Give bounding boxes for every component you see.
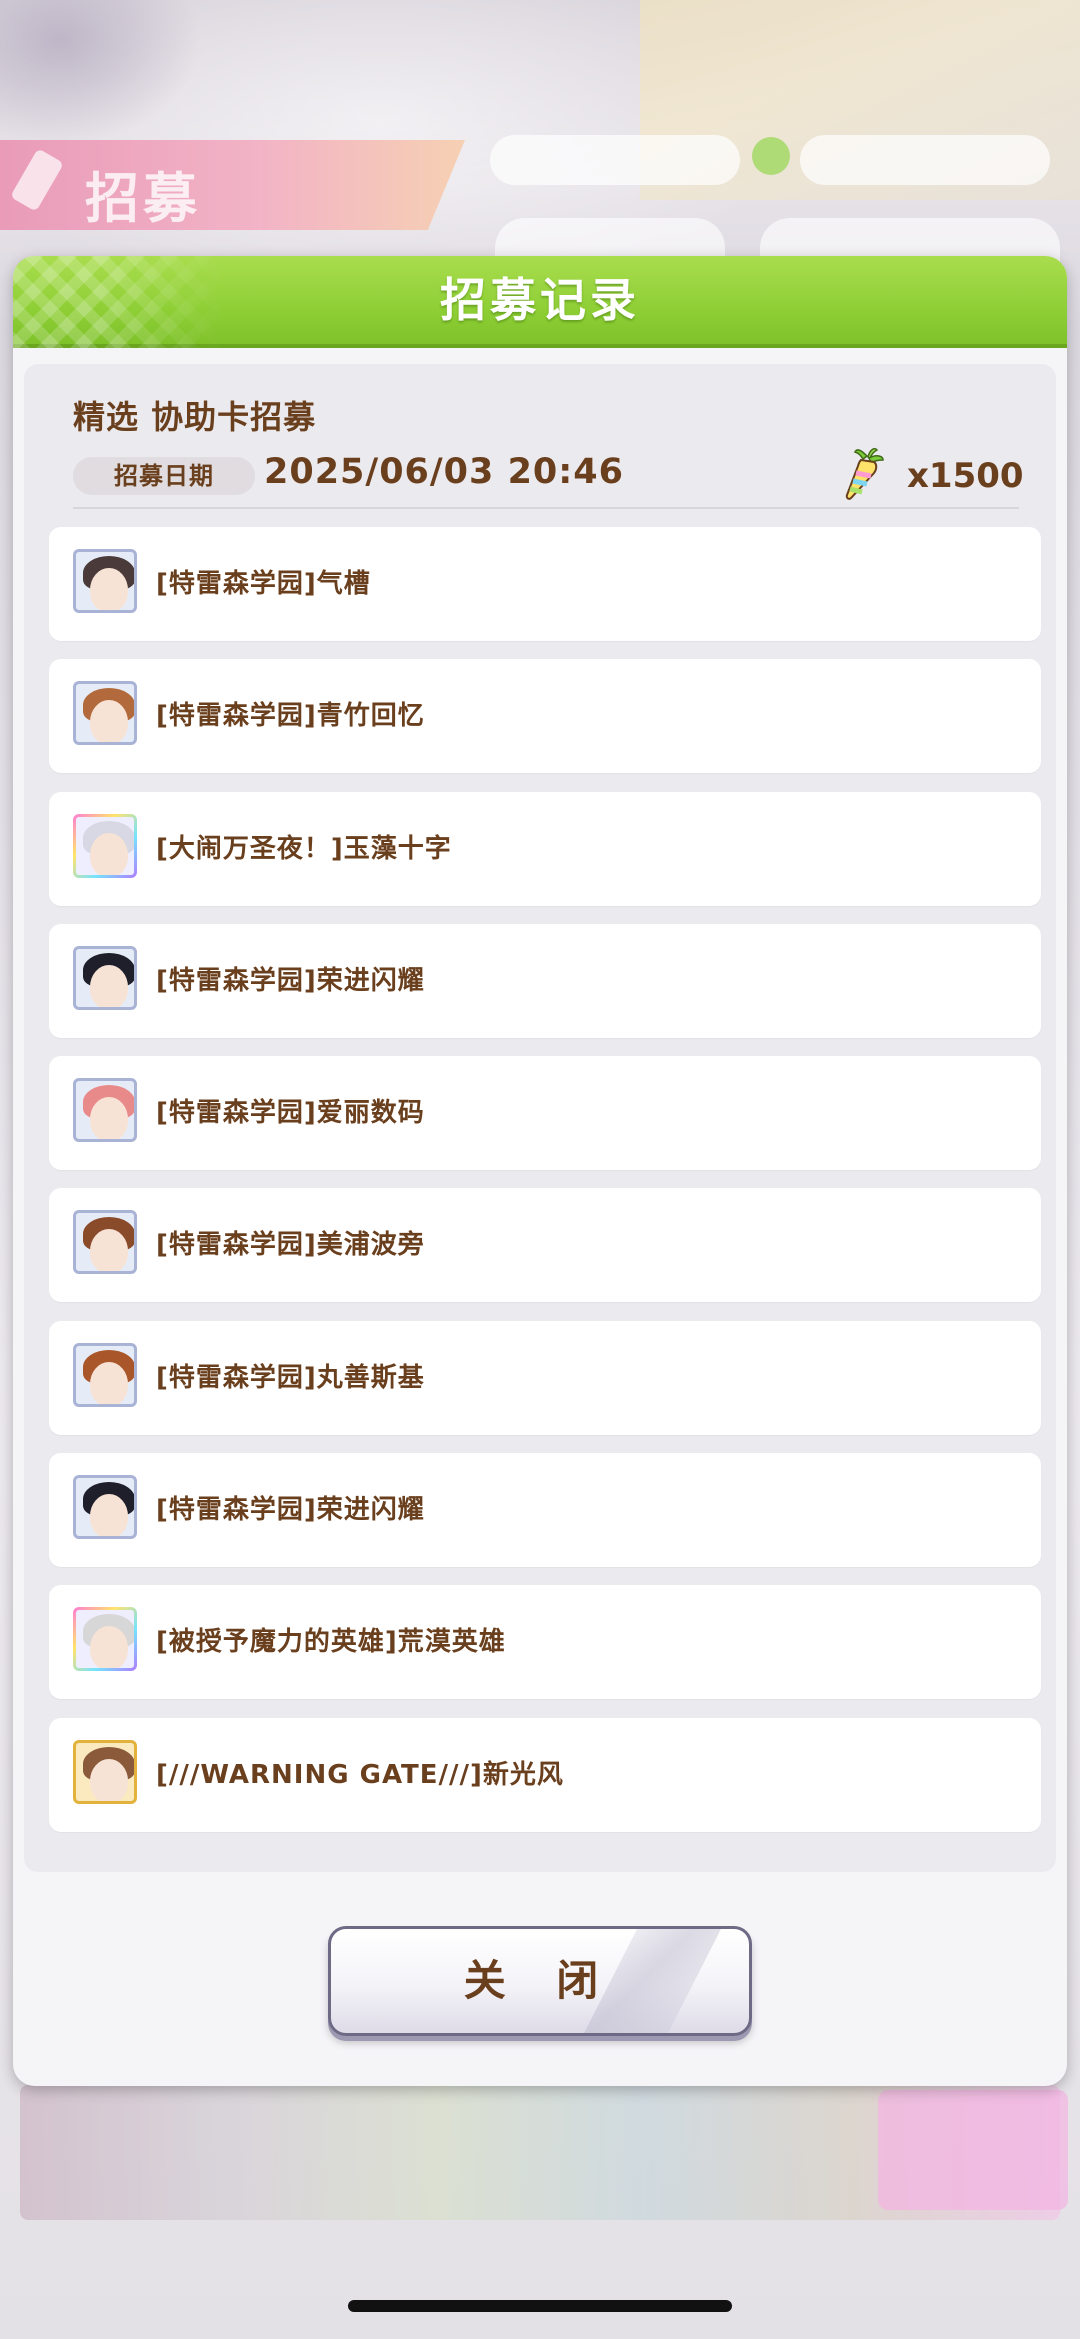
support-card-icon[interactable]	[73, 1739, 137, 1804]
portrait-face	[90, 568, 128, 610]
cost-value: x1500	[907, 456, 1024, 496]
support-card-icon[interactable]	[73, 681, 137, 746]
modal-title: 招募记录	[440, 273, 640, 327]
portrait-face	[90, 1361, 128, 1404]
list-item[interactable]: [///WARNING GATE///]新光风	[49, 1717, 1041, 1832]
portrait-face	[90, 1494, 128, 1537]
list-item-label: [特雷森学园]爱丽数码	[156, 1098, 425, 1129]
date-label-badge: 招募日期	[73, 457, 255, 495]
list-item-label: [特雷森学园]美浦波旁	[156, 1230, 425, 1261]
background-banner-title: 招募	[85, 167, 201, 230]
list-item-label: [特雷森学园]丸善斯基	[156, 1362, 425, 1393]
result-list: [特雷森学园]气槽 [特雷森学园]青竹回忆 [大闹万圣夜！]玉藻十字 [特雷森学园]荣…	[49, 527, 1041, 1850]
background-bottom-nav-active	[878, 2090, 1068, 2210]
background-gem-icon	[752, 137, 790, 175]
list-item-label: [被授予魔力的英雄]荒漠英雄	[156, 1627, 506, 1658]
record-title: 精选 协助卡招募	[73, 398, 317, 436]
divider	[73, 507, 1019, 509]
support-card-icon[interactable]	[73, 945, 137, 1010]
list-item-label: [特雷森学园]荣进闪耀	[156, 965, 425, 996]
support-card-icon[interactable]	[73, 1342, 137, 1407]
background-currency-pill-2	[800, 135, 1050, 185]
portrait-face	[90, 1229, 128, 1272]
portrait-face	[90, 964, 128, 1007]
list-item[interactable]: [特雷森学园]荣进闪耀	[49, 1453, 1041, 1568]
support-card-icon[interactable]	[73, 1607, 137, 1671]
portrait-face	[90, 1758, 128, 1801]
support-card-icon[interactable]	[73, 1210, 137, 1275]
background-currency-pill	[490, 135, 740, 185]
list-item[interactable]: [特雷森学园]美浦波旁	[49, 1188, 1041, 1303]
portrait-face	[90, 700, 128, 743]
list-item-label: [特雷森学园]气槽	[156, 569, 371, 599]
portrait-face	[90, 832, 128, 875]
support-card-icon[interactable]	[73, 549, 137, 613]
list-item-label: [特雷森学园]荣进闪耀	[156, 1495, 425, 1526]
list-item[interactable]: [大闹万圣夜！]玉藻十字	[49, 791, 1041, 906]
modal-header: 招募记录	[13, 256, 1067, 348]
list-item[interactable]: [特雷森学园]丸善斯基	[49, 1320, 1041, 1435]
carrot-icon	[845, 447, 884, 500]
support-card-icon[interactable]	[73, 1475, 137, 1540]
list-item-label: [大闹万圣夜！]玉藻十字	[156, 833, 452, 864]
background-banner	[0, 140, 465, 230]
list-item[interactable]: [特雷森学园]青竹回忆	[49, 659, 1041, 774]
list-item[interactable]: [特雷森学园]爱丽数码	[49, 1056, 1041, 1171]
date-value: 2025/06/03 20:46	[264, 452, 624, 492]
list-item-label: [特雷森学园]青竹回忆	[156, 701, 425, 732]
portrait-face	[90, 1626, 128, 1669]
list-item[interactable]: [特雷森学园]气槽	[49, 527, 1041, 641]
list-item[interactable]: [被授予魔力的英雄]荒漠英雄	[49, 1585, 1041, 1700]
list-item-label: [///WARNING GATE///]新光风	[156, 1759, 564, 1790]
support-card-icon[interactable]	[73, 1078, 137, 1143]
recruit-history-modal: 招募记录 精选 协助卡招募 招募日期 2025/06/03 20:46 x150…	[13, 256, 1067, 2086]
list-item[interactable]: [特雷森学园]荣进闪耀	[49, 923, 1041, 1038]
home-indicator	[348, 2300, 732, 2312]
support-card-icon[interactable]	[73, 814, 137, 878]
close-button-label: 关 闭	[463, 1956, 617, 2005]
portrait-face	[90, 1097, 128, 1140]
close-button[interactable]: 关 闭	[328, 1926, 752, 2036]
